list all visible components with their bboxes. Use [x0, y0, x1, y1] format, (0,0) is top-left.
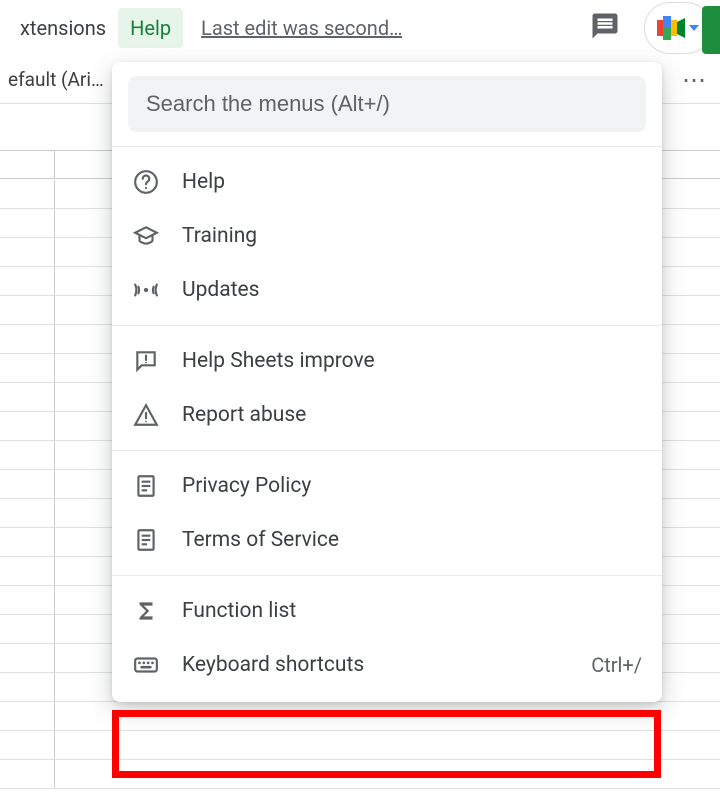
- menu-bar: xtensions Help Last edit was second…: [0, 0, 720, 56]
- menu-search[interactable]: [128, 76, 646, 132]
- meet-icon: [657, 16, 685, 40]
- sigma-icon: [132, 597, 160, 625]
- menuitem-label: Help: [182, 170, 225, 194]
- chevron-down-icon: [689, 25, 699, 31]
- menu-extensions[interactable]: xtensions: [8, 8, 118, 48]
- document-icon: [132, 472, 160, 500]
- keyboard-icon: [132, 651, 160, 679]
- menuitem-label: Terms of Service: [182, 528, 339, 552]
- help-dropdown: Help Training Updates Help Sheets improv…: [112, 62, 662, 702]
- comments-icon[interactable]: [590, 11, 620, 45]
- help-menuitem-help[interactable]: Help: [112, 155, 662, 209]
- help-menuitem-updates[interactable]: Updates: [112, 263, 662, 317]
- antenna-icon: [132, 276, 160, 304]
- graduation-cap-icon: [132, 222, 160, 250]
- help-menuitem-function-list[interactable]: Function list: [112, 584, 662, 638]
- help-menuitem-terms[interactable]: Terms of Service: [112, 513, 662, 567]
- menuitem-label: Help Sheets improve: [182, 349, 375, 373]
- menuitem-label: Privacy Policy: [182, 474, 311, 498]
- menuitem-label: Training: [182, 224, 257, 248]
- question-circle-icon: [132, 168, 160, 196]
- menuitem-label: Updates: [182, 278, 260, 302]
- more-icon[interactable]: ⋯: [682, 66, 708, 94]
- share-button[interactable]: [702, 6, 720, 54]
- help-menuitem-report-abuse[interactable]: Report abuse: [112, 388, 662, 442]
- warning-icon: [132, 401, 160, 429]
- menu-help[interactable]: Help: [118, 8, 183, 48]
- document-icon: [132, 526, 160, 554]
- top-right-controls: [590, 2, 712, 54]
- font-selector[interactable]: efault (Ari…: [8, 68, 104, 91]
- feedback-icon: [132, 347, 160, 375]
- last-edit-link[interactable]: Last edit was second…: [201, 16, 402, 40]
- help-menuitem-training[interactable]: Training: [112, 209, 662, 263]
- help-menuitem-privacy[interactable]: Privacy Policy: [112, 459, 662, 513]
- menu-search-input[interactable]: [146, 91, 628, 117]
- menuitem-label: Function list: [182, 599, 296, 623]
- shortcut-hint: Ctrl+/: [591, 653, 642, 677]
- help-menuitem-improve[interactable]: Help Sheets improve: [112, 334, 662, 388]
- help-menuitem-keyboard-shortcuts[interactable]: Keyboard shortcuts Ctrl+/: [112, 638, 662, 692]
- menuitem-label: Report abuse: [182, 403, 306, 427]
- menuitem-label: Keyboard shortcuts: [182, 653, 364, 677]
